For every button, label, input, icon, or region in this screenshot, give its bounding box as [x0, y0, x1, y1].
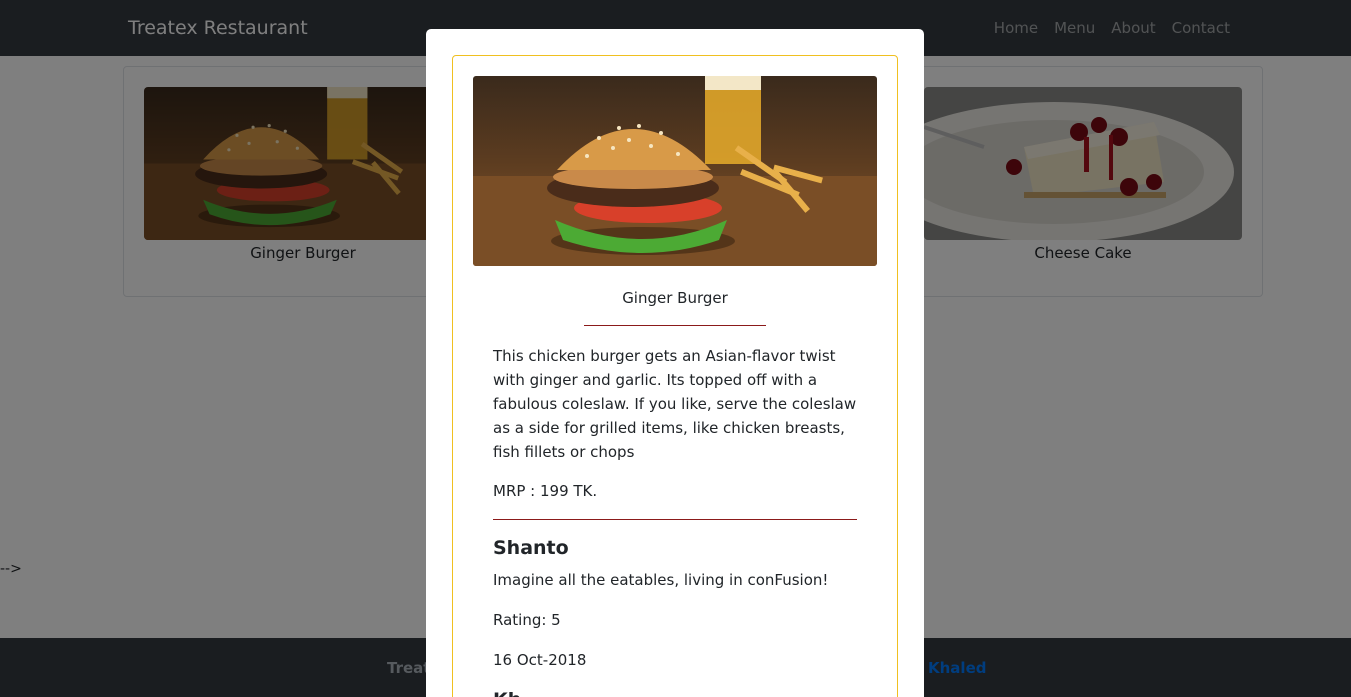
review-comment: Imagine all the eatables, living in conF…: [493, 571, 829, 589]
burger-photo-icon: [473, 76, 877, 266]
review-author-next: Kh...: [493, 689, 543, 697]
title-divider: [584, 325, 766, 326]
dish-description: This chicken burger gets an Asian-flavor…: [493, 347, 857, 461]
price-divider: [493, 519, 857, 520]
modal-dish-title: Ginger Burger: [622, 289, 728, 307]
review-rating: Rating: 5: [493, 611, 561, 629]
dish-detail-card: Ginger Burger This chicken burger gets a…: [452, 55, 898, 697]
dish-price: MRP : 199 TK.: [493, 482, 598, 500]
dish-detail-modal: Ginger Burger This chicken burger gets a…: [426, 29, 924, 697]
review-author: Shanto: [493, 537, 569, 559]
review-date: 16 Oct-2018: [493, 651, 587, 669]
